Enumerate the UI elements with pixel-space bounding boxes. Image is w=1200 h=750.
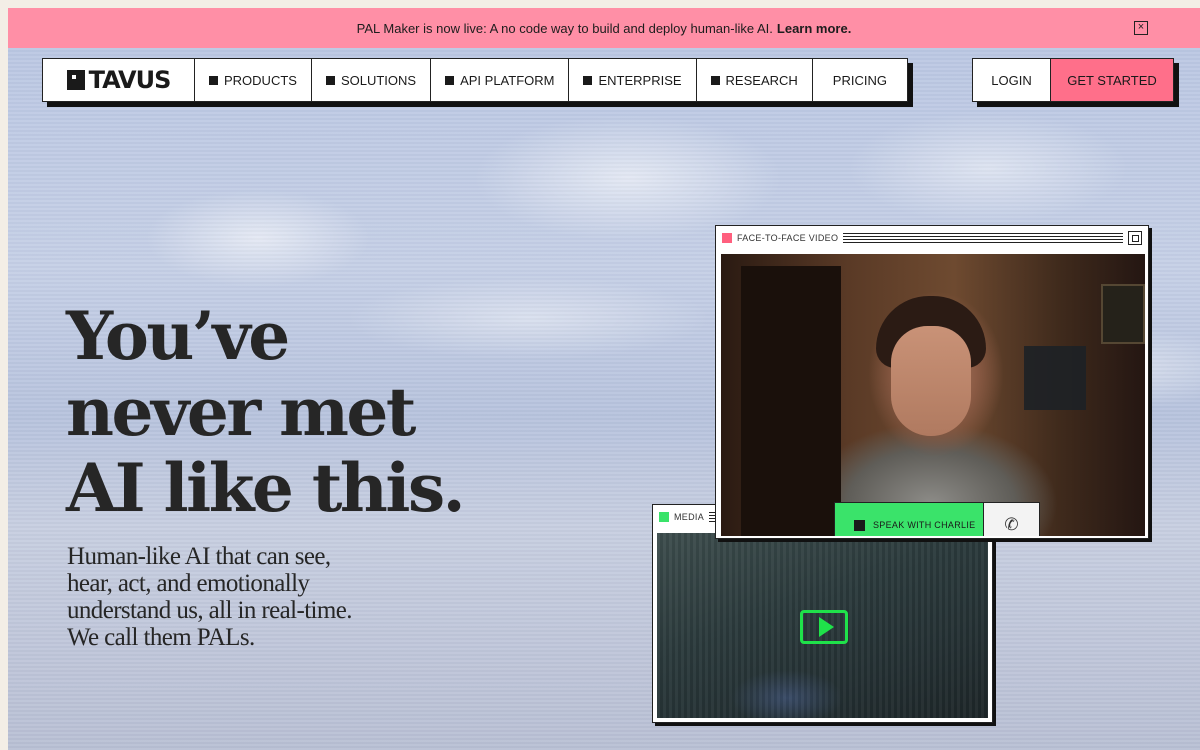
- media-preview: [657, 533, 988, 718]
- nav-item-api-platform[interactable]: API PLATFORM: [431, 59, 570, 101]
- play-icon[interactable]: [800, 610, 848, 644]
- media-window-title: MEDIA: [674, 512, 705, 522]
- main-nav: TAVUS PRODUCTS SOLUTIONS API PLATFORM EN…: [42, 58, 908, 102]
- square-icon: [445, 75, 455, 85]
- hero-title-line: never met: [66, 373, 416, 451]
- nav-item-pricing[interactable]: PRICING: [813, 59, 907, 101]
- titlebar-stripes: [843, 233, 1123, 243]
- login-button[interactable]: LOGIN: [973, 59, 1051, 101]
- video-window-titlebar: FACE-TO-FACE VIDEO: [716, 226, 1148, 250]
- logo-mark-icon: [66, 70, 85, 90]
- status-indicator: [659, 512, 669, 522]
- status-indicator: [722, 233, 732, 243]
- square-icon: [710, 75, 720, 85]
- background-poster: [1101, 284, 1145, 344]
- nav-item-label: API PLATFORM: [460, 72, 555, 88]
- video-window-title: FACE-TO-FACE VIDEO: [737, 233, 839, 243]
- phone-icon[interactable]: ✆: [983, 503, 1039, 536]
- hero-title-line: You’ve: [66, 297, 290, 375]
- nav-item-label: PRODUCTS: [224, 72, 297, 88]
- video-window: FACE-TO-FACE VIDEO SPEAK WITH CHARLIE ✆: [715, 225, 1149, 539]
- nav-item-label: PRICING: [832, 72, 887, 88]
- nav-item-label: SOLUTIONS: [340, 72, 417, 88]
- nav-item-solutions[interactable]: SOLUTIONS: [312, 59, 432, 101]
- nav-item-enterprise[interactable]: ENTERPRISE: [569, 59, 697, 101]
- square-icon: [325, 75, 335, 85]
- announcement-text: PAL Maker is now live: A no code way to …: [356, 20, 773, 36]
- square-icon: [209, 75, 218, 85]
- nav-item-label: RESEARCH: [725, 72, 798, 88]
- announcement-bar: PAL Maker is now live: A no code way to …: [8, 8, 1200, 48]
- learn-more-link[interactable]: Learn more.: [777, 21, 851, 36]
- speak-controls: SPEAK WITH CHARLIE ✆: [834, 502, 1040, 536]
- logo[interactable]: TAVUS: [43, 59, 195, 101]
- speak-with-charlie-button[interactable]: SPEAK WITH CHARLIE: [835, 503, 983, 536]
- square-icon: [854, 519, 865, 531]
- video-preview: SPEAK WITH CHARLIE ✆: [721, 254, 1145, 536]
- person-face: [891, 326, 971, 436]
- hero-subtitle: Human-like AI that can see, hear, act, a…: [67, 543, 352, 651]
- background-poster: [1024, 346, 1086, 410]
- nav-item-label: ENTERPRISE: [598, 72, 682, 88]
- nav-item-products[interactable]: PRODUCTS: [195, 59, 312, 101]
- auth-buttons: LOGIN GET STARTED: [972, 58, 1174, 102]
- background-door: [741, 266, 841, 536]
- hero-title-line: AI like this.: [66, 449, 466, 527]
- get-started-button[interactable]: GET STARTED: [1051, 59, 1173, 101]
- hero-title: You’ve never met AI like this.: [66, 298, 486, 526]
- square-icon: [583, 75, 593, 85]
- window-restore-icon[interactable]: [1128, 231, 1142, 245]
- logo-text: TAVUS: [88, 66, 172, 94]
- speak-button-label: SPEAK WITH CHARLIE: [873, 520, 976, 530]
- nav-item-research[interactable]: RESEARCH: [697, 59, 813, 101]
- close-icon[interactable]: ×: [1134, 21, 1148, 35]
